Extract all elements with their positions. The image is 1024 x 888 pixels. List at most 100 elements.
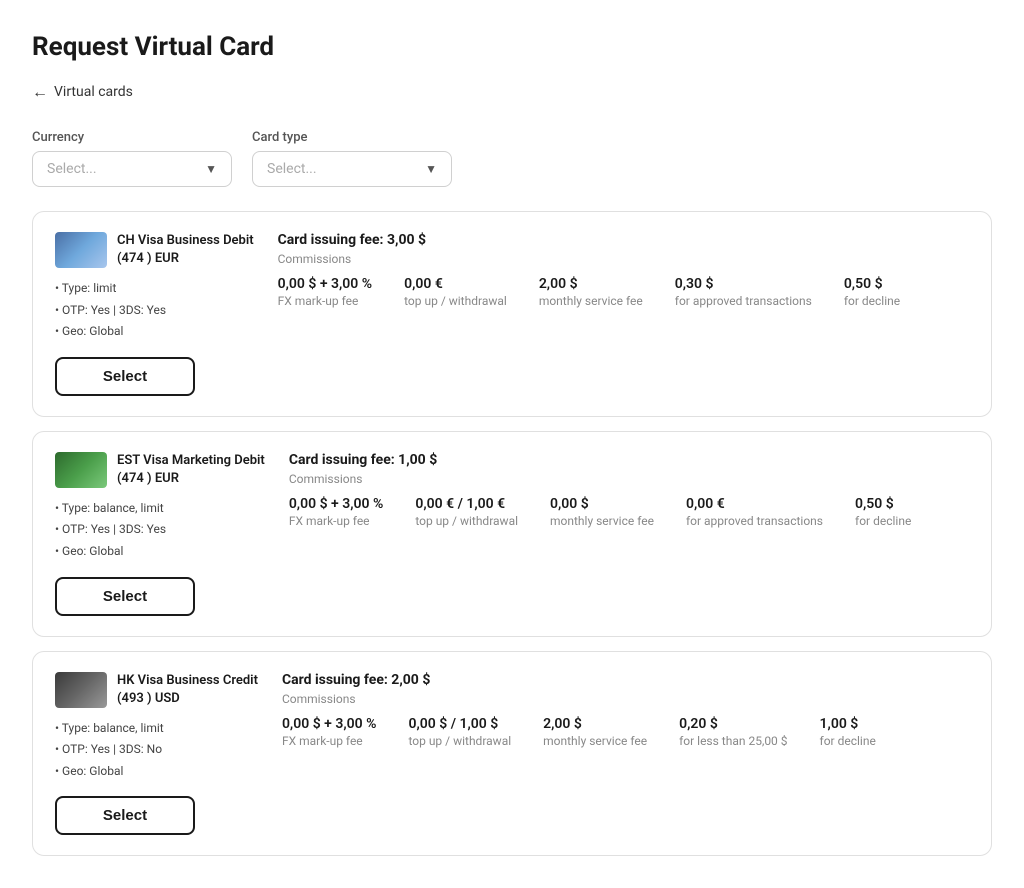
commission-item: 0,50 $ for decline <box>855 496 911 528</box>
card-thumbnail-icon <box>55 452 107 488</box>
card-header: EST Visa Marketing Debit(474 ) EUR <box>55 452 265 488</box>
card-type-prop: • Type: balance, limit <box>55 718 258 740</box>
commission-item: 0,20 $ for less than 25,00 $ <box>679 716 787 748</box>
card-item: EST Visa Marketing Debit(474 ) EUR • Typ… <box>32 431 992 637</box>
commission-desc: for approved transactions <box>675 294 812 308</box>
card-geo-prop: • Geo: Global <box>55 761 258 783</box>
card-name: EST Visa Marketing Debit(474 ) EUR <box>117 452 265 487</box>
issuing-fee: Card issuing fee: 1,00 $ <box>289 452 969 468</box>
currency-filter-group: Currency Select... ▼ <box>32 130 232 187</box>
issuing-fee: Card issuing fee: 2,00 $ <box>282 672 969 688</box>
commission-desc: FX mark-up fee <box>278 294 373 308</box>
commission-item: 0,00 $ + 3,00 % FX mark-up fee <box>289 496 384 528</box>
commission-item: 0,00 € for approved transactions <box>686 496 823 528</box>
card-right: Card issuing fee: 3,00 $ Commissions 0,0… <box>278 232 969 308</box>
commission-value: 2,00 $ <box>543 716 647 732</box>
commission-desc: for less than 25,00 $ <box>679 734 787 748</box>
card-header: HK Visa Business Credit(493 ) USD <box>55 672 258 708</box>
commission-value: 0,00 $ / 1,00 $ <box>408 716 511 732</box>
card-type-filter-group: Card type Select... ▼ <box>252 130 452 187</box>
commission-desc: top up / withdrawal <box>415 514 518 528</box>
commission-item: 0,00 $ + 3,00 % FX mark-up fee <box>282 716 377 748</box>
card-type-prop: • Type: limit <box>55 278 254 300</box>
commission-item: 0,30 $ for approved transactions <box>675 276 812 308</box>
commission-value: 0,00 € / 1,00 € <box>415 496 518 512</box>
commission-value: 0,50 $ <box>844 276 900 292</box>
commission-value: 1,00 $ <box>820 716 876 732</box>
commission-desc: for decline <box>844 294 900 308</box>
currency-chevron-icon: ▼ <box>205 162 217 176</box>
commission-value: 0,30 $ <box>675 276 812 292</box>
back-link[interactable]: ← Virtual cards <box>32 82 133 102</box>
card-type-chevron-icon: ▼ <box>425 162 437 176</box>
card-left: EST Visa Marketing Debit(474 ) EUR • Typ… <box>55 452 265 616</box>
commission-item: 0,00 $ monthly service fee <box>550 496 654 528</box>
commissions-label: Commissions <box>278 252 969 266</box>
commission-value: 0,00 $ <box>550 496 654 512</box>
card-properties: • Type: limit • OTP: Yes | 3DS: Yes • Ge… <box>55 278 254 343</box>
commission-desc: monthly service fee <box>543 734 647 748</box>
card-type-label: Card type <box>252 130 452 145</box>
back-arrow-icon: ← <box>32 82 48 102</box>
commission-desc: top up / withdrawal <box>408 734 511 748</box>
commission-desc: monthly service fee <box>539 294 643 308</box>
page-title: Request Virtual Card <box>32 32 992 62</box>
card-header: CH Visa Business Debit(474 ) EUR <box>55 232 254 268</box>
card-properties: • Type: balance, limit • OTP: Yes | 3DS:… <box>55 498 265 563</box>
commission-item: 0,50 $ for decline <box>844 276 900 308</box>
currency-dropdown[interactable]: Select... ▼ <box>32 151 232 187</box>
card-thumbnail-icon <box>55 672 107 708</box>
card-left: HK Visa Business Credit(493 ) USD • Type… <box>55 672 258 836</box>
commission-value: 0,20 $ <box>679 716 787 732</box>
card-name: CH Visa Business Debit(474 ) EUR <box>117 232 254 267</box>
cards-list: CH Visa Business Debit(474 ) EUR • Type:… <box>32 211 992 856</box>
commission-value: 0,00 $ + 3,00 % <box>282 716 377 732</box>
card-geo-prop: • Geo: Global <box>55 541 265 563</box>
card-type-prop: • Type: balance, limit <box>55 498 265 520</box>
card-item: CH Visa Business Debit(474 ) EUR • Type:… <box>32 211 992 417</box>
filters-bar: Currency Select... ▼ Card type Select...… <box>32 130 992 187</box>
commission-desc: monthly service fee <box>550 514 654 528</box>
commission-value: 2,00 $ <box>539 276 643 292</box>
commissions-row: 0,00 $ + 3,00 % FX mark-up fee 0,00 € to… <box>278 276 969 308</box>
commissions-label: Commissions <box>282 692 969 706</box>
commission-value: 0,00 $ + 3,00 % <box>289 496 384 512</box>
commission-desc: FX mark-up fee <box>282 734 377 748</box>
back-link-label: Virtual cards <box>54 84 133 100</box>
card-name: HK Visa Business Credit(493 ) USD <box>117 672 258 707</box>
currency-placeholder: Select... <box>47 161 97 177</box>
card-type-dropdown[interactable]: Select... ▼ <box>252 151 452 187</box>
card-left: CH Visa Business Debit(474 ) EUR • Type:… <box>55 232 254 396</box>
commission-desc: for decline <box>820 734 876 748</box>
commission-item: 0,00 $ / 1,00 $ top up / withdrawal <box>408 716 511 748</box>
commission-value: 0,00 $ + 3,00 % <box>278 276 373 292</box>
currency-label: Currency <box>32 130 232 145</box>
commission-desc: for approved transactions <box>686 514 823 528</box>
select-button-est-visa[interactable]: Select <box>55 577 195 616</box>
select-button-hk-visa[interactable]: Select <box>55 796 195 835</box>
card-thumbnail-icon <box>55 232 107 268</box>
card-right: Card issuing fee: 2,00 $ Commissions 0,0… <box>282 672 969 748</box>
commission-item: 0,00 € top up / withdrawal <box>404 276 507 308</box>
card-otp-prop: • OTP: Yes | 3DS: Yes <box>55 300 254 322</box>
card-otp-prop: • OTP: Yes | 3DS: Yes <box>55 519 265 541</box>
select-button-ch-visa[interactable]: Select <box>55 357 195 396</box>
commission-value: 0,50 $ <box>855 496 911 512</box>
card-right: Card issuing fee: 1,00 $ Commissions 0,0… <box>289 452 969 528</box>
card-geo-prop: • Geo: Global <box>55 321 254 343</box>
commission-item: 2,00 $ monthly service fee <box>543 716 647 748</box>
commission-item: 2,00 $ monthly service fee <box>539 276 643 308</box>
commission-item: 0,00 $ + 3,00 % FX mark-up fee <box>278 276 373 308</box>
commission-value: 0,00 € <box>404 276 507 292</box>
commission-desc: top up / withdrawal <box>404 294 507 308</box>
card-type-placeholder: Select... <box>267 161 317 177</box>
card-otp-prop: • OTP: Yes | 3DS: No <box>55 739 258 761</box>
issuing-fee: Card issuing fee: 3,00 $ <box>278 232 969 248</box>
commission-item: 1,00 $ for decline <box>820 716 876 748</box>
card-item: HK Visa Business Credit(493 ) USD • Type… <box>32 651 992 857</box>
card-properties: • Type: balance, limit • OTP: Yes | 3DS:… <box>55 718 258 783</box>
commission-desc: for decline <box>855 514 911 528</box>
commission-item: 0,00 € / 1,00 € top up / withdrawal <box>415 496 518 528</box>
commissions-label: Commissions <box>289 472 969 486</box>
commission-desc: FX mark-up fee <box>289 514 384 528</box>
